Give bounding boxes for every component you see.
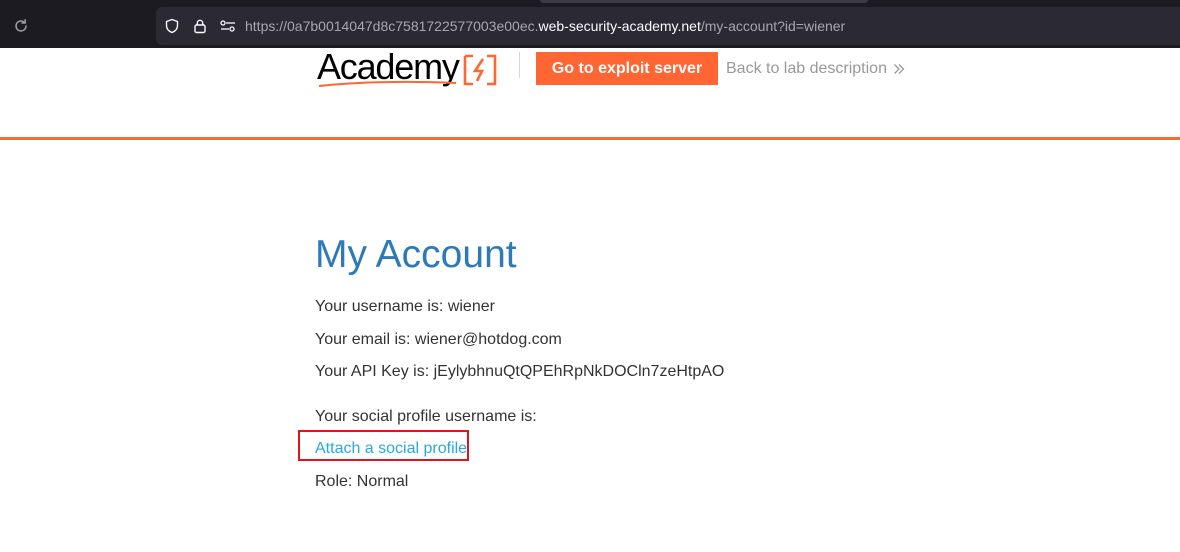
social-profile-text: Your social profile username is: — [315, 408, 537, 425]
url-path: /my-account?id=wiener — [700, 18, 846, 34]
browser-toolbar: https://0a7b0014047d8c7581722577003e00ec… — [0, 0, 1180, 48]
shield-icon[interactable] — [163, 17, 181, 35]
page-title: My Account — [315, 233, 517, 276]
back-link-label: Back to lab description — [726, 60, 887, 77]
username-text: Your username is: wiener — [315, 298, 495, 315]
back-to-lab-description-link[interactable]: Back to lab description — [726, 59, 905, 78]
role-text: Role: Normal — [315, 473, 409, 490]
highlight-box — [298, 430, 469, 461]
email-text: Your email is: wiener@hotdog.com — [315, 331, 562, 348]
url-text[interactable]: https://0a7b0014047d8c7581722577003e00ec… — [245, 17, 845, 35]
lock-icon[interactable] — [191, 17, 209, 35]
logo-underline — [318, 81, 457, 87]
permissions-icon[interactable] — [219, 17, 237, 35]
tab-strip-edge — [540, 0, 868, 3]
api-key-text: Your API Key is: jEylybhnuQtQPEhRpNkDOCl… — [315, 363, 725, 380]
header-rule — [0, 137, 1180, 140]
go-to-exploit-server-button[interactable]: Go to exploit server — [536, 52, 718, 85]
header-divider — [519, 52, 520, 78]
address-bar[interactable]: https://0a7b0014047d8c7581722577003e00ec… — [156, 7, 1180, 45]
double-chevron-right-icon — [894, 63, 905, 74]
reload-button[interactable] — [9, 14, 33, 38]
academy-logo-icon — [463, 54, 496, 86]
reload-icon — [15, 19, 27, 32]
url-host: web-security-academy.net — [538, 18, 701, 34]
url-prefix: https://0a7b0014047d8c7581722577003e00ec… — [245, 18, 539, 34]
